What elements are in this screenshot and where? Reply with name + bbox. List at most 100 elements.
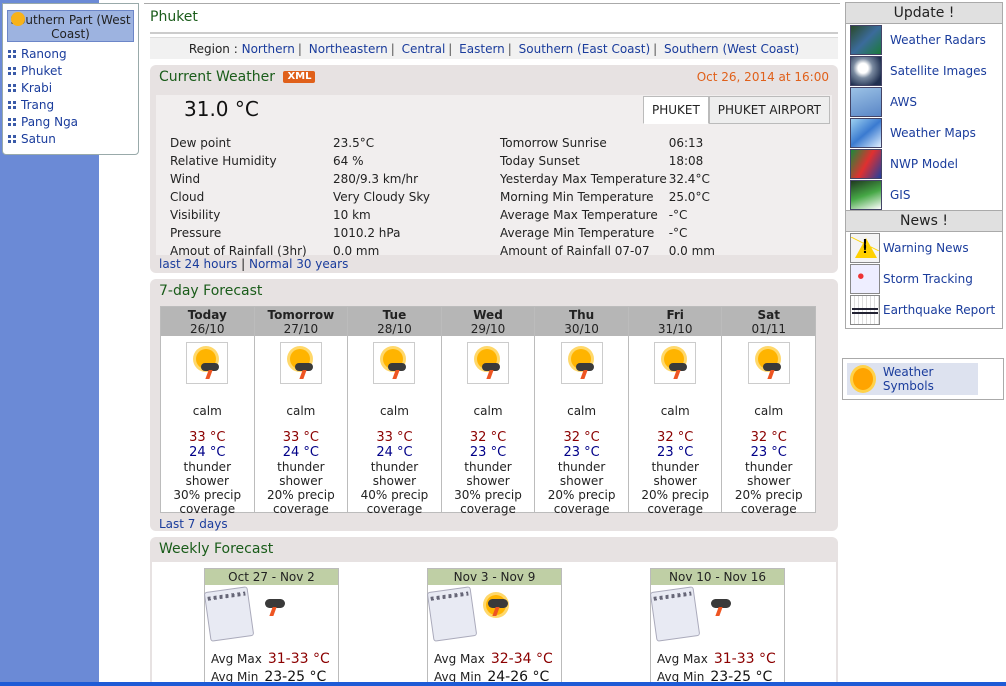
thunder-shower-icon [560,342,603,384]
xml-feed-badge[interactable]: XML [283,71,316,83]
province-panel: Southern Part (West Coast) Ranong Phuket… [2,3,139,155]
selected-region[interactable]: Southern Part (West Coast) [7,10,134,42]
precip-text: 40% precip [360,488,429,502]
obs-row: Cloud Very Cloudy Sky [170,190,430,204]
sidebar-footer [845,325,1003,329]
region-link-eastern[interactable]: Eastern [459,42,505,56]
day-header: Tomorrow 27/10 [254,307,348,336]
week-card: Nov 10 - Nov 16 Avg Max 31-33 °C Avg Min 2… [649,568,785,686]
weather-symbols-link[interactable]: Weather Symbols [847,363,978,395]
obs-row: Morning Min Temperature 25.0°C [500,190,710,204]
satellite-icon [850,55,882,86]
day-header: Sat 01/11 [722,307,816,336]
top-divider [144,3,840,4]
last-7-days-link[interactable]: Last 7 days [159,517,228,531]
grid-icon [8,84,16,92]
coverage-text: coverage [179,502,236,516]
weekly-forecast-panel: Weekly Forecast Oct 27 - Nov 2 Avg Max 31… [150,537,838,686]
observation-datetime: Oct 26, 2014 at 16:00 [696,70,829,84]
region-link-northern[interactable]: Northern [242,42,295,56]
thunder-shower-icon [467,342,510,384]
province-item-pang-nga[interactable]: Pang Nga [3,114,138,131]
wind-text: calm [473,404,503,418]
calendar-icon [649,586,701,642]
province-item-ranong[interactable]: Ranong [3,46,138,63]
coverage-text: coverage [273,502,329,516]
max-temp: 33 °C [376,430,413,445]
day-header: Fri 31/10 [628,307,722,336]
grid-icon [8,118,16,126]
news-item-storm-tracking[interactable]: Storm Tracking [846,263,1002,294]
coverage-text: coverage [553,502,610,516]
province-item-krabi[interactable]: Krabi [3,80,138,97]
condition-text: thunder shower [557,460,606,488]
province-item-satun[interactable]: Satun [3,131,138,148]
sun-icon [853,368,873,390]
condition-text: thunder shower [370,460,419,488]
grid-icon [8,101,16,109]
tab-phuket-airport[interactable]: PHUKET AIRPORT [708,96,830,124]
condition-text: thunder shower [651,460,699,488]
update-item-weather-maps[interactable]: Weather Maps [846,117,1002,148]
max-temp: 32 °C [563,430,600,445]
forecast-day: Tue 28/10 calm 33 °C 24 °C thunder shower… [348,307,441,516]
title-divider [150,32,838,34]
calendar-icon [426,586,478,642]
wind-text: calm [286,404,316,418]
precip-text: 20% precip [267,488,335,502]
day-header: Thu 30/10 [535,307,628,336]
precip-text: 30% precip [454,488,522,502]
region-separator: | [653,42,658,56]
update-item-satellite-images[interactable]: Satellite Images [846,55,1002,86]
province-item-trang[interactable]: Trang [3,97,138,114]
region-link-northeastern[interactable]: Northeastern [309,42,388,56]
tab-phuket[interactable]: PHUKET [642,96,709,124]
max-temp: 32 °C [657,430,694,445]
calendar-icon [203,586,255,642]
obs-row: Relative Humidity 64 % [170,154,364,168]
forecast-header: 7-day Forecast [159,283,263,299]
condition-text: thunder shower [277,460,325,488]
wind-text: calm [660,404,690,418]
coverage-text: coverage [460,502,516,516]
grid-icon [8,67,16,75]
obs-row: Today Sunset 18:08 [500,154,704,168]
forecast-day: Fri 31/10 calm 32 °C 23 °C thunder shower… [628,307,722,516]
avg-max-row: Avg Max 32-34 °C [434,651,553,667]
avg-max-row: Avg Max 31-33 °C [211,651,330,667]
obs-row: Visibility 10 km [170,208,371,222]
province-item-phuket[interactable]: Phuket [3,63,138,80]
region-prefix: Region : [188,42,242,56]
update-item-gis[interactable]: GIS [846,179,1002,210]
news-item-earthquake[interactable]: Earthquake Report [846,294,1002,325]
normal-30-years-link[interactable]: Normal 30 years [249,257,348,271]
news-item-warning[interactable]: !Warning News [846,232,1002,263]
selected-region-label: Southern Part (West Coast) [10,13,131,41]
obs-row: Tomorrow Sunrise 06:13 [500,136,704,150]
forecast-day: Wed 29/10 calm 32 °C 23 °C thunder shower… [441,307,535,516]
region-separator: | [448,42,453,56]
region-link-southern-east[interactable]: Southern (East Coast) [519,42,651,56]
aws-map-icon [850,86,882,117]
update-item-weather-radars[interactable]: Weather Radars [846,24,1002,55]
precip-text: 30% precip [173,488,242,502]
current-temperature: 31.0 °C [184,97,259,121]
condition-text: thunder shower [745,460,793,488]
weather-map-icon [850,117,882,148]
region-separator: | [390,42,395,56]
seven-day-forecast-panel: 7-day Forecast Today 26/10 calm 33 °C 24 … [150,279,838,531]
last-24-hours-link[interactable]: last 24 hours [159,257,237,271]
region-link-southern-west[interactable]: Southern (West Coast) [664,42,799,56]
day-header: Wed 29/10 [441,307,535,336]
update-item-aws[interactable]: AWS [846,86,1002,117]
obs-row: Average Max Temperature -°C [500,208,688,222]
region-separator: | [507,42,512,56]
obs-row: Amount of Rainfall 07-07 0.0 mm [500,244,715,258]
update-item-nwp-model[interactable]: NWP Model [846,148,1002,179]
min-temp: 24 °C [189,445,226,460]
region-link-central[interactable]: Central [402,42,446,56]
station-tabs: PHUKET PHUKET AIRPORT [642,96,830,124]
forecast-day: Sat 01/11 calm 32 °C 23 °C thunder shower… [722,307,816,516]
wind-text: calm [379,404,409,418]
forecast-day: Today 26/10 calm 33 °C 24 °C thunder show… [161,307,254,516]
